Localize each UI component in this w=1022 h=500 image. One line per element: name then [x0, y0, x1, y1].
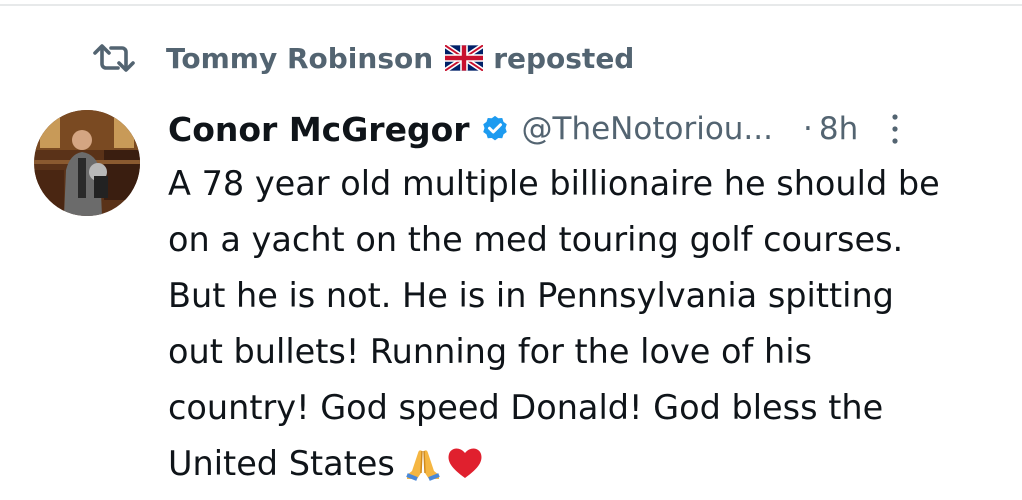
- dot-separator: ·: [803, 111, 813, 147]
- repost-context: Tommy Robinson reposted: [92, 36, 634, 80]
- folded-hands-emoji-icon: [403, 443, 443, 483]
- reposted-label: reposted: [493, 41, 635, 75]
- tweet-text-line: on a yacht on the med touring golf cours…: [168, 220, 904, 259]
- more-options-icon[interactable]: [890, 112, 900, 146]
- reposter-name-link[interactable]: Tommy Robinson: [166, 42, 433, 75]
- red-heart-emoji-icon: [445, 443, 485, 483]
- author-avatar[interactable]: [34, 110, 140, 216]
- tweet-text-line: out bullets! Running for the love of his: [168, 332, 812, 371]
- top-divider: [0, 4, 1022, 6]
- author-handle-link[interactable]: @TheNotoriou...: [522, 111, 773, 147]
- tweet-text-line: country! God speed Donald! God bless the: [168, 388, 884, 427]
- tweet-text-line: A 78 year old multiple billionaire he sh…: [168, 164, 940, 203]
- tweet-text-line: But he is not. He is in Pennsylvania spi…: [168, 276, 894, 315]
- tweet-header: Conor McGregor @TheNotoriou... · 8h: [168, 104, 988, 154]
- tweet-text-line: United States: [168, 444, 395, 483]
- uk-flag-icon: [443, 43, 485, 73]
- author-name-link[interactable]: Conor McGregor: [168, 110, 470, 149]
- repost-icon: [92, 42, 136, 74]
- tweet-text-last-line: United States: [168, 436, 998, 492]
- tweet-timestamp[interactable]: 8h: [819, 111, 858, 147]
- verified-badge-icon[interactable]: [480, 114, 510, 144]
- tweet-text: A 78 year old multiple billionaire he sh…: [168, 156, 998, 492]
